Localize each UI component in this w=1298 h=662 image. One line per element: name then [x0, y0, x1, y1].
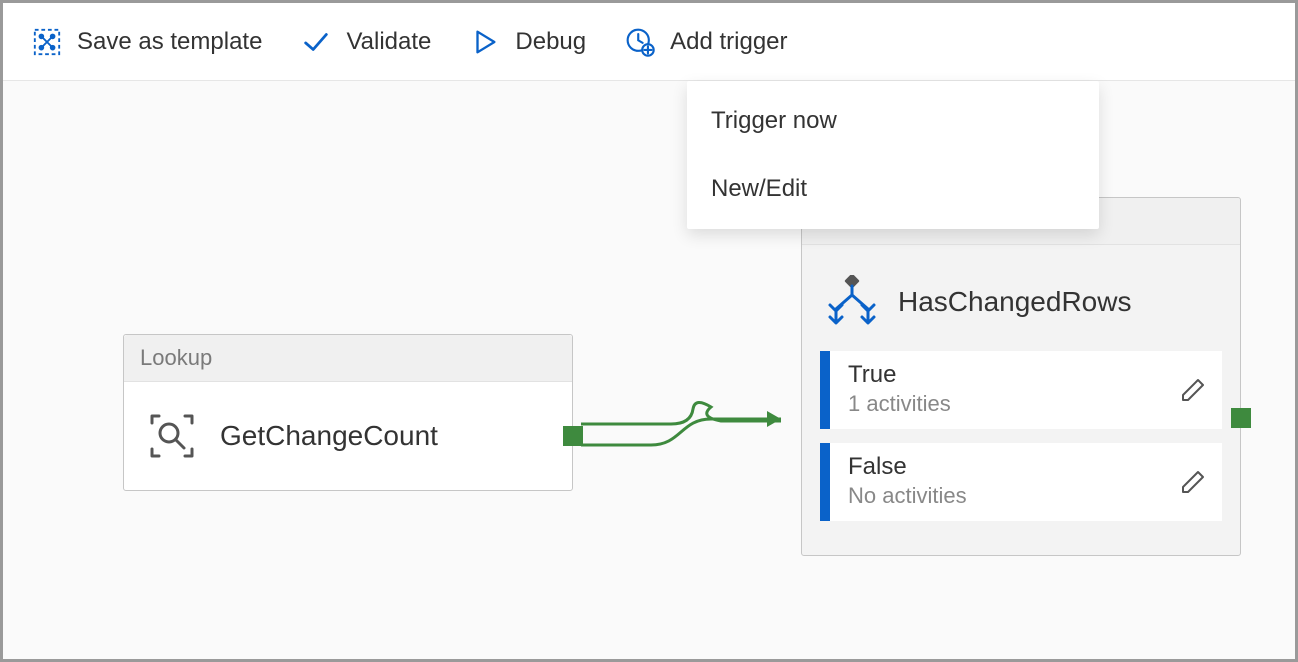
validate-label: Validate: [346, 28, 431, 56]
save-as-template-button[interactable]: Save as template: [31, 26, 262, 58]
false-branch-label: False: [848, 453, 1204, 481]
clock-plus-icon: [624, 26, 656, 58]
if-condition-activity[interactable]: If Condition: [801, 197, 1241, 556]
toolbar: Save as template Validate Debug Add trig…: [3, 3, 1295, 81]
false-branch[interactable]: False No activities: [820, 443, 1222, 521]
lookup-type-label: Lookup: [124, 335, 572, 382]
lookup-body: GetChangeCount: [124, 382, 572, 490]
lookup-activity[interactable]: Lookup GetChangeCount: [123, 334, 573, 491]
pipeline-canvas[interactable]: Lookup GetChangeCount: [3, 81, 1295, 659]
if-activity-name: HasChangedRows: [898, 286, 1131, 318]
add-trigger-button[interactable]: Add trigger: [624, 26, 787, 58]
validate-button[interactable]: Validate: [300, 26, 431, 58]
false-branch-sub: No activities: [848, 483, 1204, 509]
if-output-handle[interactable]: [1231, 408, 1251, 428]
true-branch-sub: 1 activities: [848, 391, 1204, 417]
template-icon: [31, 26, 63, 58]
debug-label: Debug: [515, 28, 586, 56]
lookup-output-handle[interactable]: [563, 426, 583, 446]
debug-button[interactable]: Debug: [469, 26, 586, 58]
magnifier-icon: [146, 410, 198, 462]
success-connector: [581, 399, 803, 449]
add-trigger-dropdown: Trigger now New/Edit: [687, 81, 1099, 229]
check-icon: [300, 26, 332, 58]
true-branch-label: True: [848, 361, 1204, 389]
lookup-activity-name: GetChangeCount: [220, 420, 438, 452]
trigger-now-item[interactable]: Trigger now: [687, 87, 1099, 155]
pencil-icon[interactable]: [1180, 469, 1206, 495]
true-branch[interactable]: True 1 activities: [820, 351, 1222, 429]
if-body: HasChangedRows True 1 activities False N…: [802, 245, 1240, 555]
pencil-icon[interactable]: [1180, 377, 1206, 403]
play-icon: [469, 26, 501, 58]
new-edit-item[interactable]: New/Edit: [687, 155, 1099, 223]
save-as-template-label: Save as template: [77, 28, 262, 56]
add-trigger-label: Add trigger: [670, 28, 787, 56]
branch-icon: [824, 275, 880, 329]
